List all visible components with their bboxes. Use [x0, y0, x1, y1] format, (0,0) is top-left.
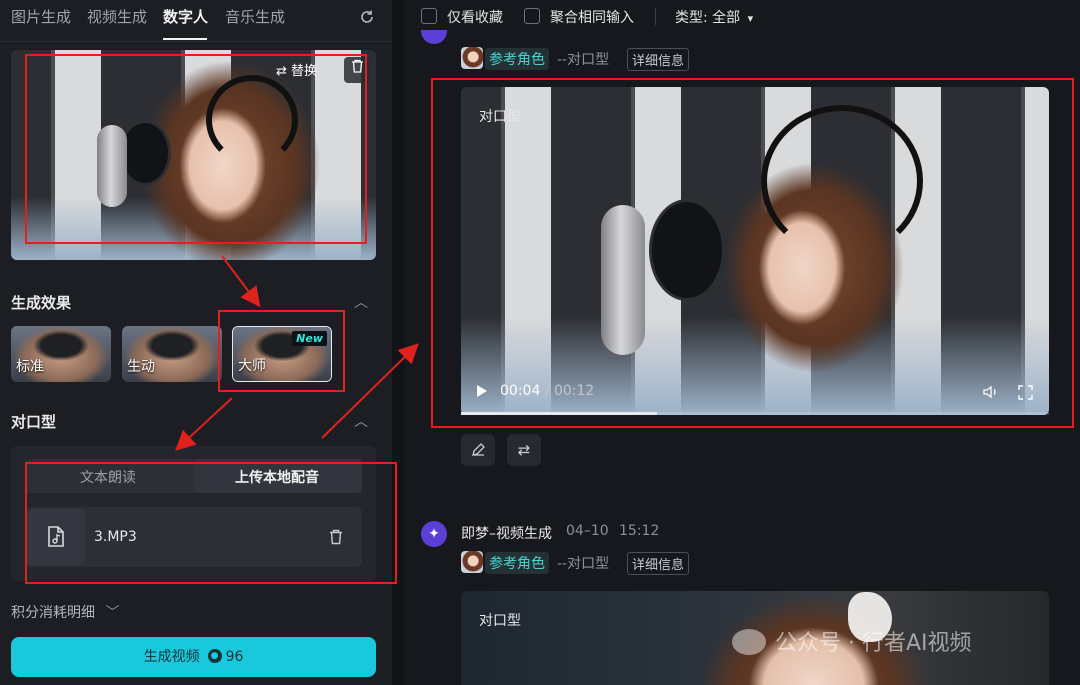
- arrow-effect-to-audio: [175, 397, 233, 451]
- annotation-arrows: [175, 255, 419, 451]
- arrow-to-video: [321, 343, 419, 439]
- arrow-reference-to-effect: [221, 255, 261, 308]
